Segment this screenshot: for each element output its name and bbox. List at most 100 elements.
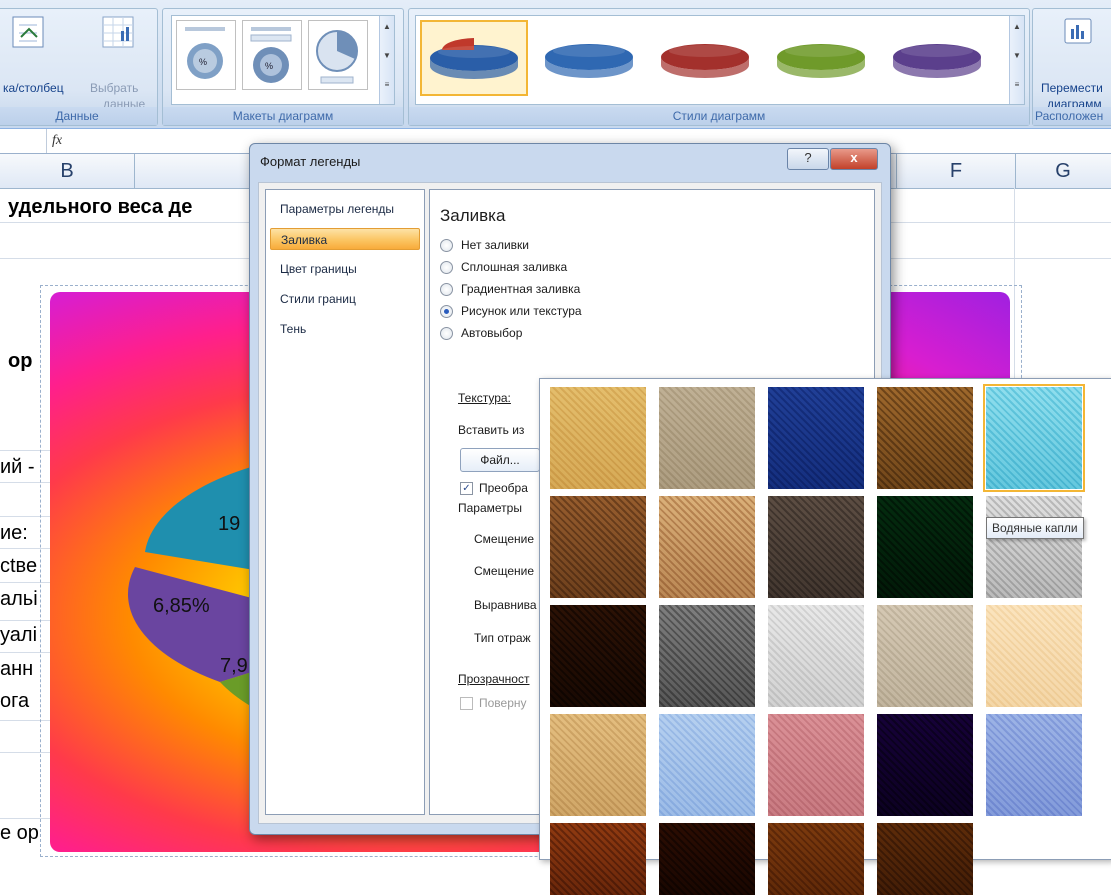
group-label-layouts: Макеты диаграмм xyxy=(163,107,403,125)
radio-icon[interactable] xyxy=(440,327,453,341)
close-button[interactable]: x xyxy=(830,148,878,170)
ribbon: ка/столбец Выбрать данные Данные % % ▲ ▼ ≡… xyxy=(0,0,1111,129)
texture-blue-tissue[interactable] xyxy=(659,714,755,816)
radio-icon[interactable] xyxy=(440,239,453,253)
help-button[interactable]: ? xyxy=(787,148,829,170)
texture-water-droplets[interactable] xyxy=(983,384,1085,492)
transparency-label: Прозрачност xyxy=(458,672,530,686)
texture-fish-fossil[interactable] xyxy=(659,496,755,598)
texture-cork[interactable] xyxy=(550,823,646,895)
switch-row-column-button[interactable]: ка/столбец xyxy=(3,81,64,95)
texture-woven-mat[interactable] xyxy=(877,387,973,489)
dialog-nav-item[interactable]: Цвет границы xyxy=(270,258,420,280)
svg-text:%: % xyxy=(199,57,207,67)
layout-thumb-1[interactable]: % xyxy=(176,20,236,90)
select-data-button-line1[interactable]: Выбрать xyxy=(90,81,138,95)
column-header-b[interactable]: B xyxy=(0,154,135,188)
texture-canvas[interactable] xyxy=(659,387,755,489)
cell-or-1[interactable]: ор xyxy=(8,350,32,373)
column-header-f[interactable]: F xyxy=(896,154,1016,188)
insert-function-icon[interactable]: fx xyxy=(52,133,62,149)
texture-label: Текстура: xyxy=(458,391,511,405)
texture-gallery[interactable] xyxy=(539,378,1111,895)
chart-style-thumb[interactable] xyxy=(768,20,874,94)
cell-aly[interactable]: альі xyxy=(0,588,38,611)
pie-label-teal: 19 xyxy=(218,513,240,535)
checkbox-checked-icon[interactable]: ✓ xyxy=(460,482,473,496)
fill-option-radio[interactable]: Градиентная заливка xyxy=(440,282,580,302)
texture-purple-mesh[interactable] xyxy=(877,714,973,816)
ribbon-group-layouts: % % ▲ ▼ ≡ Макеты диаграмм xyxy=(162,8,404,126)
move-chart-button-line1[interactable]: Перемести xyxy=(1041,81,1103,95)
radio-selected-icon[interactable] xyxy=(440,305,453,319)
chart-style-thumb[interactable] xyxy=(420,20,528,96)
chart-style-thumb[interactable] xyxy=(652,20,758,94)
texture-tooltip: Водяные капли xyxy=(986,517,1084,539)
offset1-label: Смещение xyxy=(474,532,535,546)
fill-option-radio[interactable]: Нет заливки xyxy=(440,238,529,258)
move-chart-icon[interactable] xyxy=(1063,17,1093,47)
tile-checkbox[interactable]: ✓ Преобра xyxy=(460,481,528,496)
offset2-label: Смещение xyxy=(474,564,535,578)
styles-gallery: ▲ ▼ ≡ xyxy=(415,15,1025,105)
params-label: Параметры xyxy=(458,501,522,515)
layout-thumb-2[interactable]: % xyxy=(242,20,302,90)
texture-bouquet[interactable] xyxy=(986,714,1082,816)
svg-text:%: % xyxy=(265,61,273,71)
sheet-title-cell[interactable]: удельного веса де xyxy=(8,196,192,219)
texture-parchment[interactable] xyxy=(986,605,1082,707)
layouts-gallery-scroll[interactable]: ▲ ▼ ≡ xyxy=(379,16,394,104)
mirror-label: Тип отраж xyxy=(474,631,531,645)
chart-style-thumb[interactable] xyxy=(884,20,990,94)
texture-newsprint[interactable] xyxy=(768,605,864,707)
cell-ie[interactable]: ие: xyxy=(0,522,28,545)
align-label: Выравнива xyxy=(474,598,537,612)
dialog-nav-item[interactable]: Тень xyxy=(270,318,420,340)
dialog-nav-item[interactable]: Параметры легенды xyxy=(270,198,420,220)
dialog-nav-item[interactable]: Заливка xyxy=(270,228,420,250)
dialog-nav: Параметры легенды Заливка Цвет границы Стил… xyxy=(265,189,425,815)
cell-org[interactable]: ога xyxy=(0,690,29,713)
texture-stationery[interactable] xyxy=(550,714,646,816)
texture-papyrus[interactable] xyxy=(550,387,646,489)
cell-yal[interactable]: уалі xyxy=(0,624,37,647)
fill-option-radio[interactable]: Сплошная заливка xyxy=(440,260,567,280)
layout-thumb-3[interactable] xyxy=(308,20,368,90)
group-label-data: Данные xyxy=(0,107,157,125)
checkbox-unchecked-icon[interactable] xyxy=(460,697,473,711)
column-header-g[interactable]: G xyxy=(1015,154,1111,188)
fill-option-radio[interactable]: Рисунок или текстура xyxy=(440,304,582,324)
texture-paper-bag[interactable] xyxy=(550,496,646,598)
texture-brown-marble[interactable] xyxy=(550,605,646,707)
texture-white-marble[interactable] xyxy=(986,496,1082,598)
texture-pink-tissue[interactable] xyxy=(768,714,864,816)
group-label-location: Расположен xyxy=(1033,107,1111,125)
texture-granite[interactable] xyxy=(659,605,755,707)
rotate-checkbox[interactable]: Поверну xyxy=(460,696,527,711)
cell-stve[interactable]: ctве xyxy=(0,555,37,578)
fill-option-radio[interactable]: Автовыбор xyxy=(440,326,522,346)
switch-row-column-icon[interactable] xyxy=(11,15,45,49)
chart-style-thumb[interactable] xyxy=(536,20,642,94)
cell-iy[interactable]: ий - xyxy=(0,456,35,479)
texture-recycled-paper[interactable] xyxy=(877,605,973,707)
radio-icon[interactable] xyxy=(440,261,453,275)
group-label-styles: Стили диаграмм xyxy=(409,107,1029,125)
cell-ann[interactable]: анн xyxy=(0,658,33,681)
texture-walnut[interactable] xyxy=(659,823,755,895)
select-data-icon[interactable] xyxy=(101,15,135,49)
file-button[interactable]: Файл... xyxy=(460,448,540,472)
texture-sand[interactable] xyxy=(768,496,864,598)
texture-oak[interactable] xyxy=(768,823,864,895)
pie-label-green: 7,9 xyxy=(220,655,248,677)
texture-denim[interactable] xyxy=(768,387,864,489)
radio-icon[interactable] xyxy=(440,283,453,297)
styles-gallery-scroll[interactable]: ▲ ▼ ≡ xyxy=(1009,16,1024,104)
ribbon-group-data: ка/столбец Выбрать данные Данные xyxy=(0,8,158,126)
dialog-nav-item[interactable]: Стили границ xyxy=(270,288,420,310)
section-title: Заливка xyxy=(440,206,506,225)
name-box[interactable] xyxy=(0,129,47,153)
texture-medium-wood[interactable] xyxy=(877,823,973,895)
cell-or-2[interactable]: е ор xyxy=(0,822,39,845)
texture-green-marble[interactable] xyxy=(877,496,973,598)
